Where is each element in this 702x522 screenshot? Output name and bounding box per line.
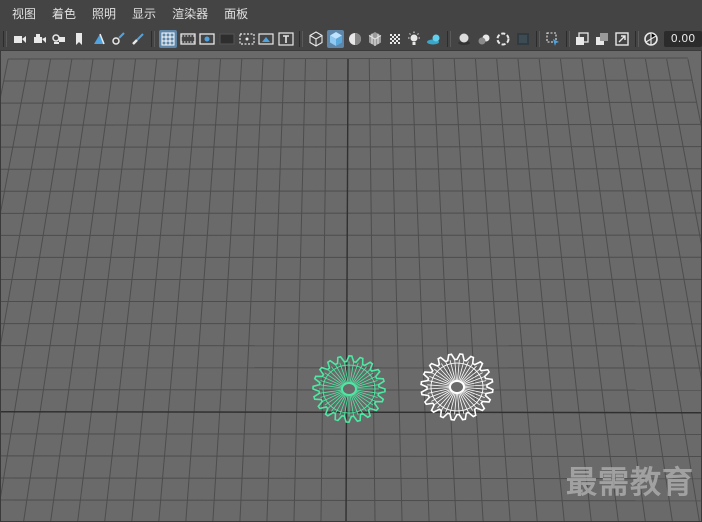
toolbar-separator (299, 31, 303, 47)
menu-panels[interactable]: 面板 (223, 4, 249, 24)
grid-line-depth (320, 58, 328, 522)
toolbar-separator (3, 31, 7, 47)
gear-wire-edge (353, 393, 371, 409)
grid-axis-z (345, 58, 349, 522)
grid-line-depth (185, 58, 222, 522)
grid-lines (0, 57, 702, 522)
menu-show[interactable]: 显示 (131, 4, 157, 24)
ground-grid (0, 57, 702, 522)
resolution-gate-icon[interactable] (198, 30, 216, 48)
grid-line-depth (474, 58, 511, 522)
safe-action-icon[interactable] (258, 30, 276, 48)
grid-line-depth (131, 58, 179, 522)
multisample-antialiasing-icon[interactable] (494, 30, 512, 48)
grid-line-depth (293, 58, 307, 522)
grid-line-depth (266, 58, 285, 522)
toolbar-separator (535, 31, 540, 47)
film-gate-icon[interactable] (179, 30, 197, 48)
menu-shading[interactable]: 着色 (51, 4, 77, 24)
grid-line-depth (666, 58, 702, 251)
gear-hub-hole (449, 380, 465, 394)
toolbar-separator (447, 31, 451, 47)
grid-line-depth (687, 58, 702, 132)
toolbar-separator (634, 31, 639, 47)
menu-bar: 视图 着色 照明 显示 渲染器 面板 (0, 0, 702, 28)
grid-line-depth (411, 58, 430, 522)
menu-view[interactable]: 视图 (11, 4, 37, 24)
gear-wire-edge (327, 369, 345, 385)
field-chart-icon[interactable] (238, 30, 256, 48)
watermark-text: 最需教育 (566, 465, 694, 501)
exposure-value-field[interactable]: 0.00 (664, 31, 702, 47)
grid-line-width (0, 146, 702, 148)
grid-line-depth (496, 58, 538, 522)
gear-wire-edge (353, 369, 371, 385)
perspective-viewport[interactable]: 最需教育 (0, 50, 702, 522)
grid-line-depth (453, 58, 484, 522)
screen-space-ambient-occlusion-icon[interactable] (455, 30, 473, 48)
2d-pan-zoom-icon[interactable] (90, 30, 108, 48)
grid-icon[interactable] (158, 30, 177, 48)
grid-axis-lines (0, 58, 702, 522)
camera-select-icon[interactable] (11, 30, 29, 48)
grid-line-depth (239, 58, 264, 522)
grid-line-depth (0, 58, 9, 103)
grid-line-depth (0, 58, 73, 504)
heads-up-display-icon[interactable] (613, 30, 631, 48)
grid-line-depth (389, 58, 403, 522)
camera-attributes-icon[interactable] (31, 30, 49, 48)
grid-line-depth (517, 58, 565, 522)
grid-line-depth (559, 58, 619, 522)
grid-line-depth (432, 58, 457, 522)
wireframe-on-shaded-icon[interactable] (366, 30, 384, 48)
image-plane-icon[interactable] (70, 30, 88, 48)
toolbar-separator (565, 31, 570, 47)
gear-wire-edge (327, 393, 345, 409)
depth-of-field-icon[interactable] (514, 30, 532, 48)
grid-line-depth (158, 58, 200, 522)
gate-mask-icon[interactable] (218, 30, 236, 48)
xray-active-components-icon[interactable] (593, 30, 611, 48)
menu-renderer[interactable]: 渲染器 (171, 4, 209, 24)
grid-line-width (0, 123, 702, 126)
selected-gear-object[interactable] (304, 344, 394, 434)
bookmark-icon[interactable] (50, 30, 68, 48)
grid-line-depth (644, 58, 702, 385)
smooth-shade-all-icon[interactable] (326, 30, 345, 48)
grid-line-depth (212, 58, 243, 522)
grease-pencil-icon[interactable] (110, 30, 128, 48)
exposure-icon[interactable] (643, 30, 661, 48)
shadows-icon[interactable] (425, 30, 443, 48)
wireframe-icon[interactable] (307, 30, 325, 48)
panel-toolbar: 0.00 (0, 28, 702, 50)
isolate-select-icon[interactable] (544, 30, 562, 48)
grid-line-depth (0, 58, 30, 219)
unselected-gear-object[interactable] (412, 342, 502, 432)
use-all-lights-icon[interactable] (406, 30, 424, 48)
xray-icon[interactable] (386, 30, 404, 48)
grid-line-width (0, 168, 702, 170)
toolbar-separator (151, 31, 155, 47)
grid-line-depth (77, 58, 137, 522)
grid-line-depth (368, 58, 376, 522)
grid-line-depth (104, 58, 158, 522)
motion-blur-icon[interactable] (475, 30, 493, 48)
gear-hub-hole (341, 382, 357, 396)
use-default-material-icon[interactable] (346, 30, 364, 48)
menu-lighting[interactable]: 照明 (91, 4, 117, 24)
grid-line-depth (538, 58, 592, 522)
safe-title-icon[interactable] (277, 30, 295, 48)
grid-line-width (8, 57, 688, 60)
xray-joints-icon[interactable] (574, 30, 592, 48)
paint-icon[interactable] (129, 30, 147, 48)
